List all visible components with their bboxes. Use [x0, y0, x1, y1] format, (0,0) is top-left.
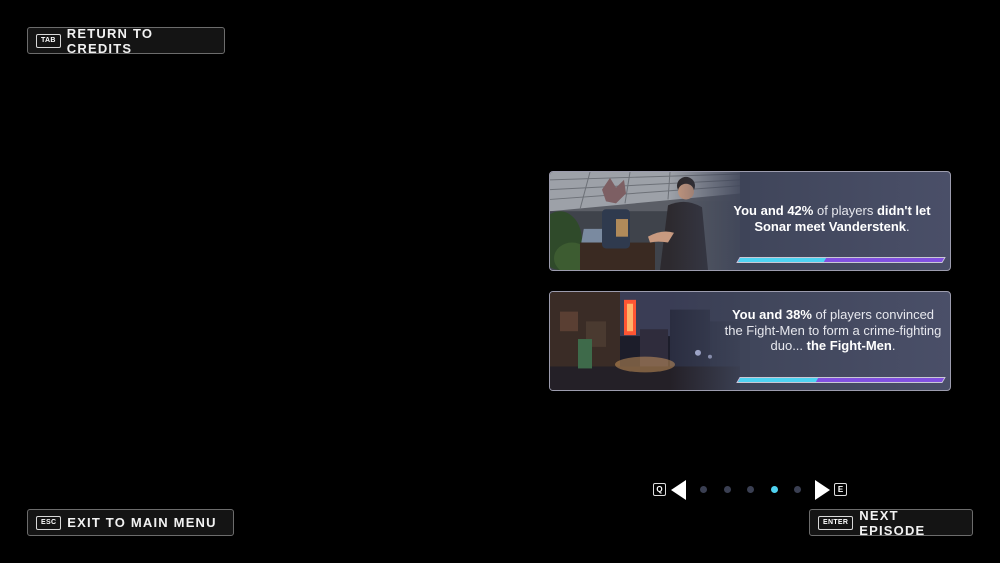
exit-to-main-menu-button[interactable]: ESC EXIT TO MAIN MENU [27, 509, 234, 536]
return-to-credits-label: RETURN TO CREDITS [66, 25, 154, 56]
e-key-icon: E [834, 483, 847, 496]
page-dot-4[interactable] [770, 486, 778, 493]
next-episode-label: NEXT EPISODE [859, 507, 926, 538]
choice-stat-card-fight-men: You and 38% of players convinced the Fig… [549, 291, 951, 391]
previous-page-arrow-icon[interactable] [671, 480, 687, 500]
exit-to-main-menu-label: EXIT TO MAIN MENU [67, 515, 217, 530]
choice-stat-run: . [906, 218, 910, 234]
tab-key-icon: TAB [36, 33, 61, 48]
page-dot-1[interactable] [700, 486, 707, 493]
choice-percentage-bar [736, 257, 946, 263]
next-page-arrow-icon[interactable] [814, 480, 830, 500]
choice-stat-highlight: You and 42% [733, 203, 814, 218]
return-to-credits-button[interactable]: TAB RETURN TO CREDITS [27, 25, 225, 56]
choice-stat-run: of players [813, 203, 877, 218]
player-choice-fill [737, 378, 818, 382]
page-dot-5[interactable] [794, 486, 801, 493]
next-episode-button[interactable]: ENTER NEXT EPISODE [809, 507, 973, 538]
player-choice-fill [737, 258, 826, 262]
page-dot-3[interactable] [747, 486, 754, 493]
q-key-icon: Q [653, 483, 666, 496]
choice-stat-run: . [891, 338, 896, 353]
choice-stat-highlight: You and 38% [731, 307, 812, 322]
page-dot-2[interactable] [723, 486, 731, 493]
choice-stat-card-sonar: You and 42% of players didn't let Sonar … [549, 171, 951, 271]
esc-key-icon: ESC [36, 515, 62, 530]
choice-stat-text: You and 38% of players convinced the Fig… [724, 307, 942, 354]
enter-key-icon: ENTER [818, 515, 854, 530]
page-navigator: Q E [651, 478, 851, 502]
choice-percentage-bar [736, 377, 946, 383]
choice-stat-text: You and 42% of players didn't let Sonar … [722, 203, 942, 234]
choice-stat-highlight: the Fight-Men [806, 338, 892, 353]
